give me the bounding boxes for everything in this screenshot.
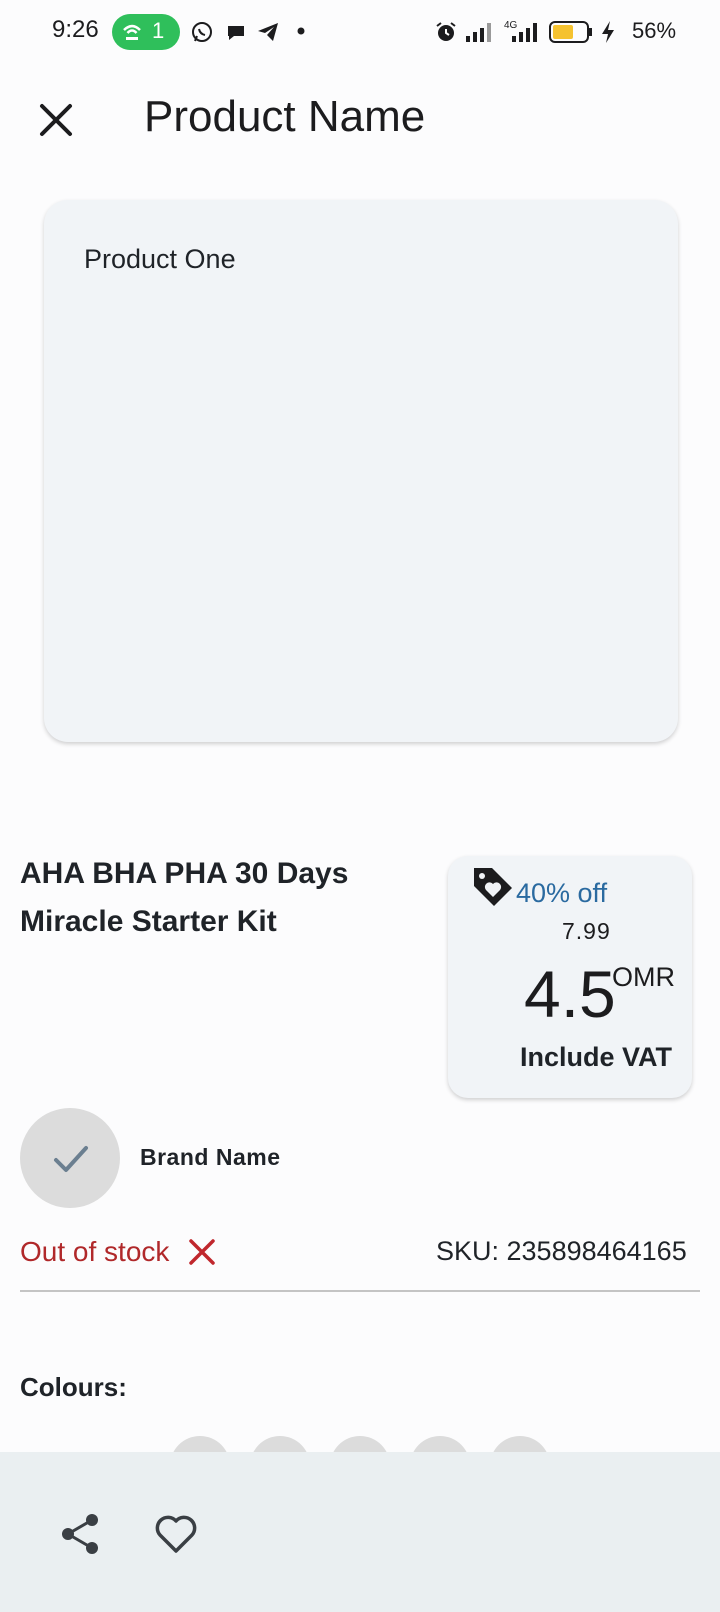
close-button[interactable] — [24, 88, 88, 152]
current-price: 4.5 — [524, 957, 616, 1031]
divider — [20, 1290, 700, 1292]
telegram-icon — [258, 23, 278, 41]
discount-tag-icon — [474, 868, 512, 906]
whatsapp-icon — [192, 22, 212, 42]
brand-name[interactable]: Brand Name — [140, 1144, 280, 1171]
battery-icon — [549, 21, 592, 43]
close-icon — [40, 104, 72, 136]
bottom-action-bar — [0, 1452, 720, 1612]
discount-label: 40% off — [516, 878, 608, 908]
status-bar: 9:26 1 4G 56% — [0, 0, 720, 66]
chat-icon — [228, 26, 244, 40]
heart-outline-icon — [155, 1515, 197, 1553]
stock-status: Out of stock — [20, 1236, 169, 1268]
original-price: 7.99 — [562, 918, 611, 944]
hotspot-icon — [123, 24, 141, 40]
product-image-label: Product One — [84, 244, 236, 274]
svg-text:4G: 4G — [504, 20, 518, 31]
page-title: Product Name — [144, 92, 426, 141]
check-icon — [54, 1146, 88, 1172]
brand-avatar[interactable] — [20, 1108, 120, 1208]
currency-label: OMR — [612, 962, 675, 992]
vat-note: Include VAT — [520, 1042, 673, 1072]
stock-status-text: Out of stock — [20, 1236, 170, 1267]
signal-4g-icon: 4G — [504, 20, 537, 42]
status-time: 9:26 — [52, 16, 99, 43]
battery-percentage: 56% — [632, 18, 677, 43]
product-name: AHA BHA PHA 30 Days Miracle Starter Kit — [20, 857, 349, 938]
share-icon — [62, 1514, 98, 1554]
charging-icon — [602, 21, 614, 43]
signal-icon — [466, 23, 491, 42]
alarm-icon — [436, 22, 456, 41]
sku-label: SKU: 235898464165 — [436, 1236, 687, 1266]
out-of-stock-x-icon — [189, 1239, 215, 1265]
favorite-button[interactable] — [150, 1508, 202, 1560]
more-notifications-dot-icon — [297, 27, 305, 35]
share-button[interactable] — [56, 1508, 108, 1560]
product-image-card[interactable] — [44, 200, 678, 742]
colours-heading: Colours: — [20, 1372, 127, 1402]
hotspot-count: 1 — [152, 18, 165, 43]
